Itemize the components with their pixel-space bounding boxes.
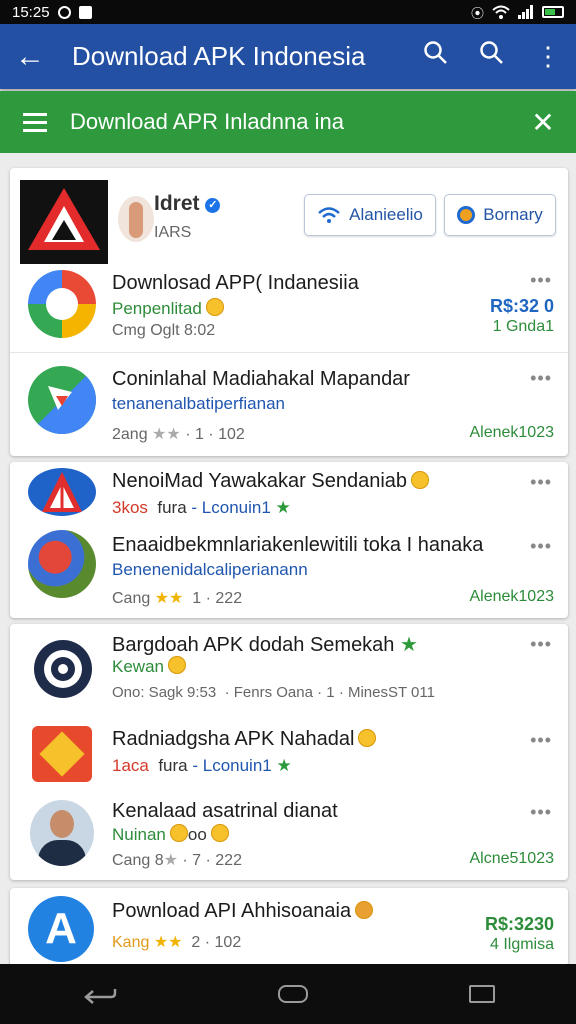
app-title: Radniadgsha APK Nahadal [112,728,377,751]
app-rating-text: Alenek1023 [469,588,554,605]
app-meta: Ono: Sagk 9:53 · Fenrs Oana · 1 · MinesS… [112,684,435,701]
app-subtitle: Kewan [112,656,186,677]
app-price: R$:3230 [484,914,554,934]
list-item[interactable]: Coninlahal Madiahakal Mapandar tenanenal… [10,354,568,454]
app-subtitle: 1aca fura - Lconuin1 ★ [112,756,292,775]
app-card-3: Bargdoah APK dodah Semekah ★ Kewan Ono: … [10,624,568,880]
list-item[interactable]: Radniadgsha APK Nahadal 1aca fura - Lcon… [10,712,568,790]
system-nav-bar [0,964,576,1024]
app-logo-icon[interactable] [20,180,108,264]
more-icon[interactable]: ••• [530,802,552,823]
emoji-icon [205,298,224,316]
more-icon[interactable]: ••• [530,270,552,291]
more-icon[interactable]: ••• [530,472,552,493]
app-meta: Cang 8★ · 7 · 222 [112,852,242,869]
back-arrow-icon[interactable]: ← [0,40,60,74]
wifi-icon [492,5,510,19]
signal-icon [518,5,533,19]
app-title: Enaaidbekmnlariakenlewitili toka I hanak… [112,534,484,556]
app-bar: ← Download APK Indonesia ⋮ [0,24,576,89]
avatar [118,196,154,242]
profile-name: Idret ✓ [154,192,221,216]
app-price: R$:32 0 [489,296,554,316]
button-bornary[interactable]: Bornary [444,194,556,236]
emoji-icon [411,471,430,489]
app-meta: Cmg Oglt 8:02 [112,322,216,339]
button-alanieelio[interactable]: Alanieelio [304,194,436,236]
profile-subtitle: IARS [154,224,192,241]
emoji-icon [355,901,374,919]
letter-a-app-icon: A [28,896,94,962]
app-card-2: NenoiMad Yawakakar Sendaniab 3kos fura -… [10,462,568,618]
app-rating-text: Alcne51023 [469,850,554,867]
app-subtitle: Penpenlitad [112,298,224,319]
app-title: Coninlahal Madiahakal Mapandar [112,368,410,390]
app-subtitle: Nuinan oo [112,824,229,845]
list-item[interactable]: Bargdoah APK dodah Semekah ★ Kewan Ono: … [10,624,568,712]
status-bar: 15:25 ⦿ [0,0,576,24]
app-rating-text: 1 Gnda1 [492,318,554,335]
verified-badge-icon: ✓ [205,198,221,213]
list-item[interactable]: Enaaidbekmnlariakenlewitili toka I hanak… [10,526,568,616]
app-title: Pownload API Ahhisoanaia [112,900,374,923]
image-icon [78,5,92,19]
emoji-icon [210,824,229,842]
app-rating-text: 4 Ilgmisa [489,936,554,953]
star-icon: ★ [276,756,292,775]
app-rating-text: Alenek1023 [469,424,554,441]
app-title: Kenalaad asatrinal dianat [112,800,338,822]
more-icon[interactable]: ••• [530,634,552,655]
target-app-icon [34,640,92,698]
more-icon[interactable]: ••• [530,730,552,751]
more-icon[interactable]: ••• [530,368,552,389]
search-icon[interactable] [408,40,464,73]
home-nav-icon[interactable] [277,985,308,1003]
status-time: 15:25 [12,3,50,21]
app-card-1: Idret ✓ IARS Alanieelio Bornary Downlosa… [10,168,568,456]
list-item[interactable]: Kenalaad asatrinal dianat Nuinan oo Cang … [10,792,568,880]
list-item[interactable]: Downlosad APP( Indanesiia Penpenlitad Cm… [10,264,568,352]
fire-app-icon [32,726,92,782]
game-app-icon [28,530,96,598]
maps-icon [28,366,96,434]
app-meta: 2ang ★★ · 1 · 102 [112,426,245,443]
more-vert-icon[interactable]: ⋮ [520,41,576,72]
list-item[interactable]: A Pownload API Ahhisoanaia Kang ★★ 2 · 1… [10,888,568,966]
list-item[interactable]: NenoiMad Yawakakar Sendaniab 3kos fura -… [10,462,568,524]
button-bornary-label: Bornary [483,205,543,224]
recents-nav-icon[interactable] [469,985,496,1003]
app-title: NenoiMad Yawakakar Sendaniab [112,470,430,493]
button-alanieelio-label: Alanieelio [349,205,423,224]
battery-icon [542,6,564,18]
sub-bar-title: Download APR Inladnna ina [70,109,344,134]
divider [10,352,568,353]
close-icon[interactable]: ✕ [510,106,576,139]
alarm-icon [57,5,71,19]
person-avatar [30,800,94,866]
menu-icon[interactable] [0,112,70,132]
globe-icon [457,206,476,224]
back-nav-icon[interactable] [81,983,117,1005]
wifi-button-icon [318,207,340,223]
star-icon: ★ [400,634,418,656]
app-subtitle: 3kos fura - Lconuin1 ★ [112,498,291,517]
sub-bar: Download APR Inladnna ina ✕ [0,91,576,153]
app-subtitle: Benenenidalcaliperianann [112,560,308,579]
star-icon: ★ [275,498,291,517]
app-card-4: A Pownload API Ahhisoanaia Kang ★★ 2 · 1… [10,888,568,966]
more-icon[interactable]: ••• [530,536,552,557]
app-title: Downlosad APP( Indanesiia [112,272,359,294]
app-subtitle: tenanenalbatiperfianan [112,394,285,413]
vibrate-icon: ⦿ [470,5,484,21]
triangle-app-icon [28,468,96,516]
emoji-icon [167,656,186,674]
emoji-icon [169,824,188,842]
app-icon-colorful [28,270,96,338]
emoji-icon [358,729,377,747]
app-bar-title: Download APK Indonesia [72,41,366,71]
search-icon-secondary[interactable] [464,40,520,73]
app-meta: Cang ★★ 1 · 222 [112,590,243,607]
app-title: Bargdoah APK dodah Semekah ★ [112,634,418,656]
app-meta: Kang ★★ 2 · 102 [112,934,242,951]
